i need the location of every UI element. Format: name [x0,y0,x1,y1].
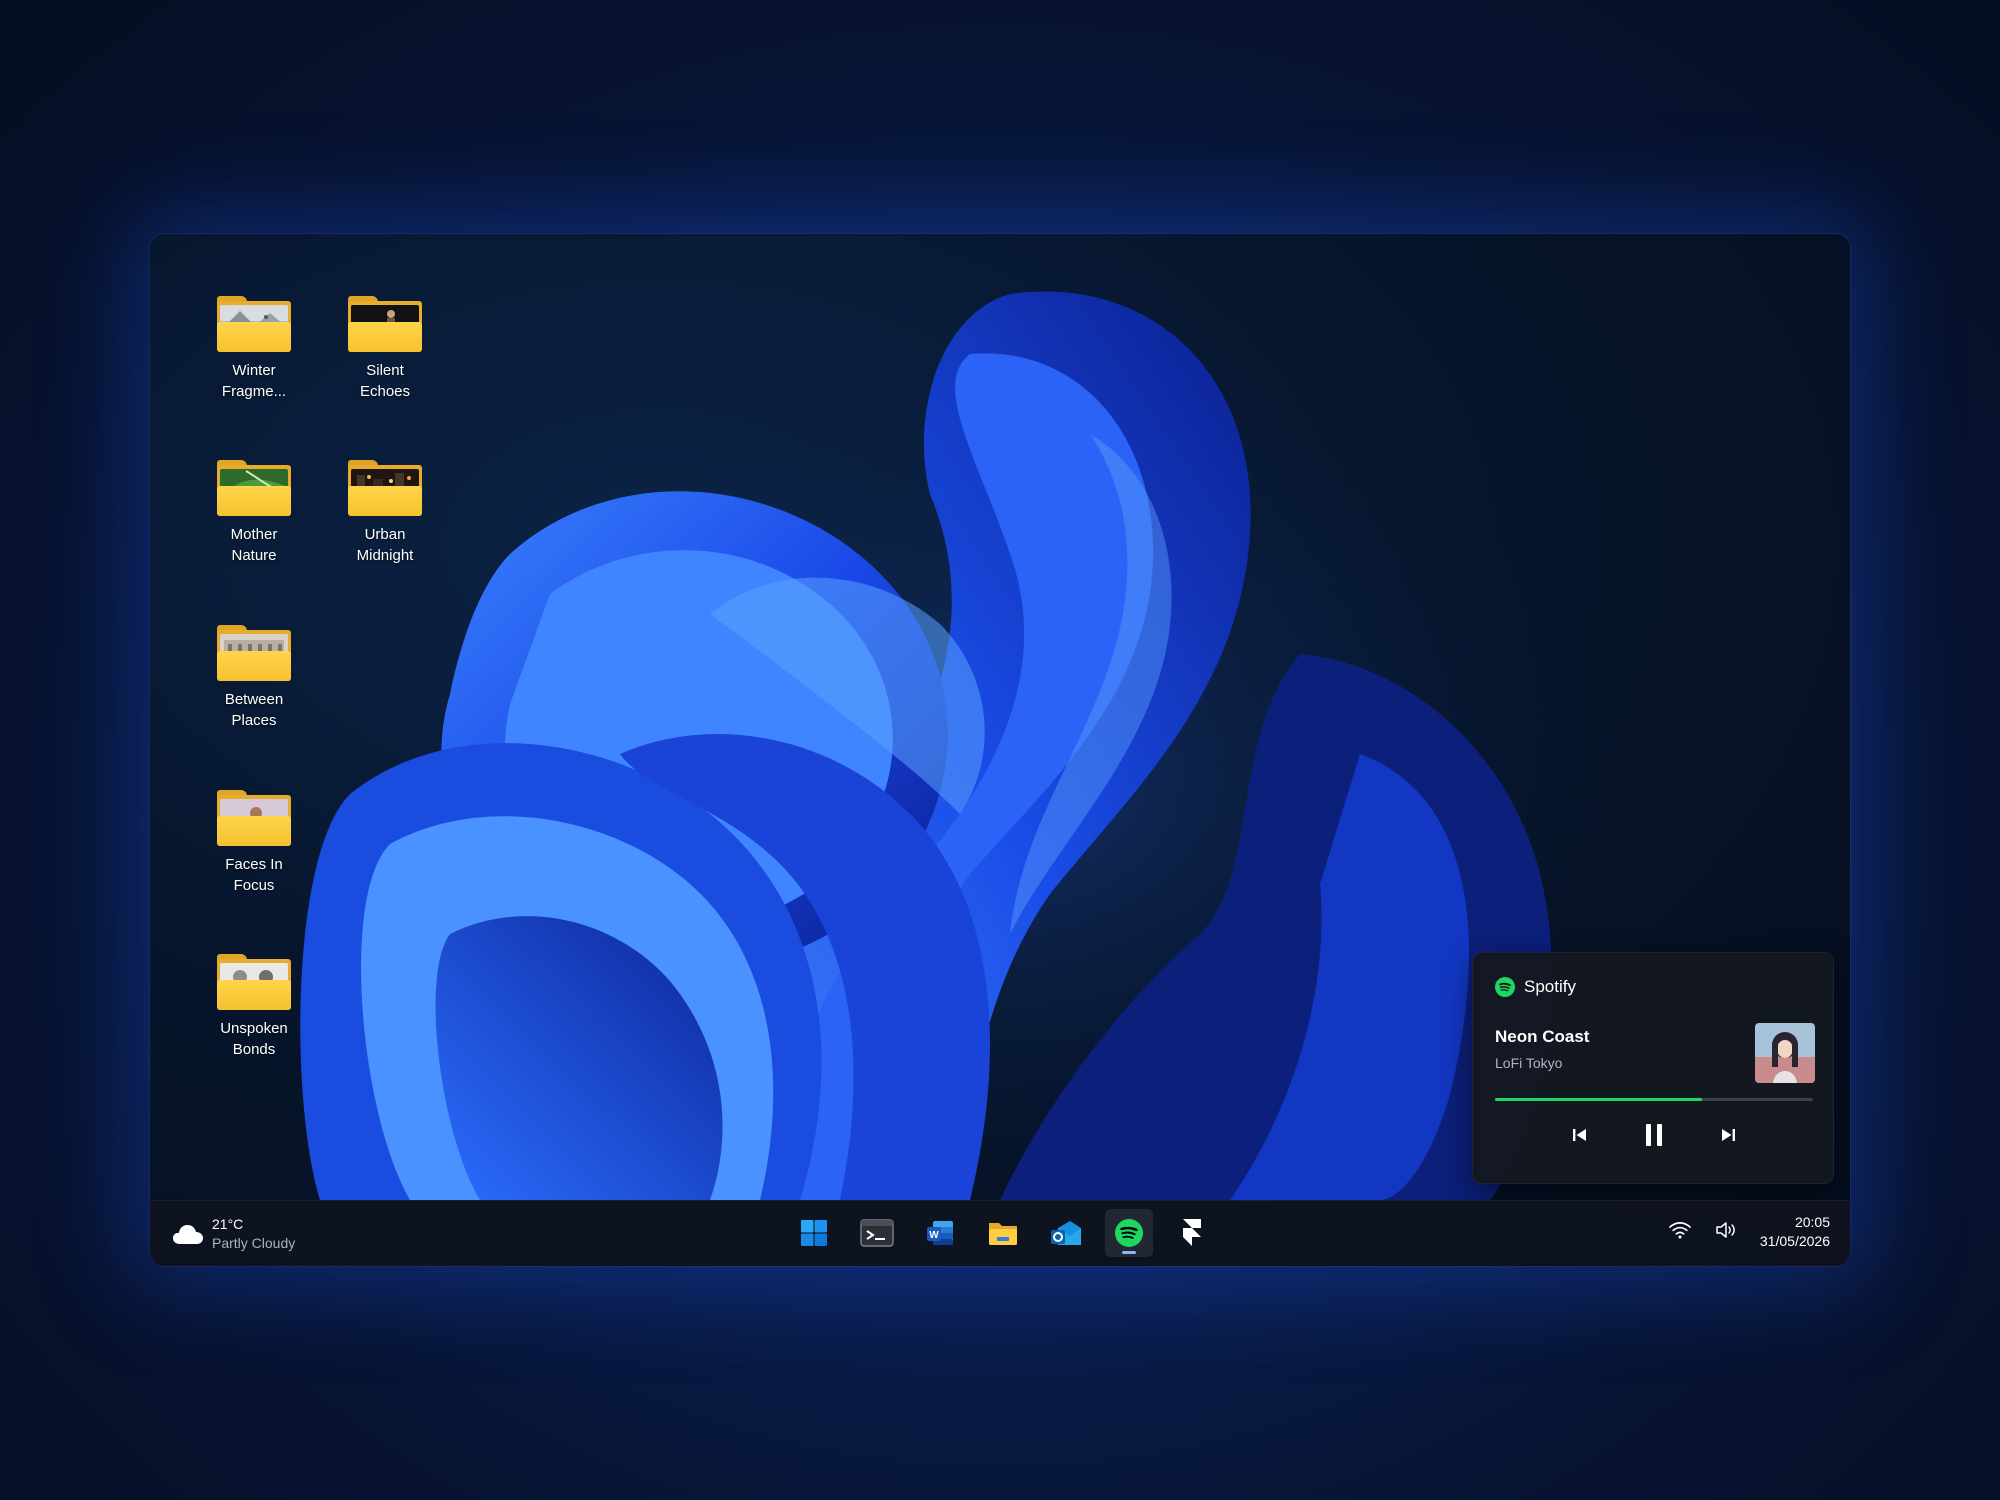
terminal-icon [860,1219,894,1247]
pause-icon [1646,1124,1662,1146]
weather-widget[interactable]: 21°C Partly Cloudy [172,1215,295,1253]
weather-temperature: 21°C [212,1216,244,1232]
wifi-status[interactable] [1668,1220,1692,1245]
desktop-folder[interactable]: Urban Midnight [325,460,445,566]
outlook-icon [1051,1221,1081,1245]
album-cover [1755,1023,1815,1083]
skip-back-icon [1573,1129,1586,1141]
taskbar-framer-button[interactable] [1168,1209,1216,1257]
taskbar-spotify-button[interactable] [1105,1209,1153,1257]
taskbar-terminal-button[interactable] [853,1209,901,1257]
desktop-folder[interactable]: Between Places [194,625,314,731]
speaker-icon [1716,1221,1735,1238]
taskbar-word-button[interactable]: W [916,1209,964,1257]
wifi-icon [1669,1221,1691,1238]
desktop-folder[interactable]: Silent Echoes [325,296,445,402]
desktop-folder-label: Silent Echoes [359,362,411,400]
framer-icon [1183,1219,1201,1246]
previous-track-button[interactable] [1565,1120,1595,1150]
pause-button[interactable] [1639,1120,1669,1150]
folder-icon [217,625,291,681]
volume-control[interactable] [1714,1220,1738,1245]
media-player-widget[interactable]: Spotify Neon Coast LoFi Tokyo [1472,952,1834,1184]
desktop-folder[interactable]: Unspoken Bonds [194,954,314,1060]
word-icon: W [927,1221,953,1245]
player-header: Spotify [1495,977,1576,997]
taskbar-file-explorer-button[interactable] [979,1209,1027,1257]
desktop-folder[interactable]: Faces In Focus [194,790,314,896]
taskbar-start-button[interactable] [790,1209,838,1257]
spotify-icon [1495,977,1515,997]
taskbar-outlook-button[interactable] [1042,1209,1090,1257]
player-app-name: Spotify [1524,977,1576,996]
folder-icon [217,790,291,846]
desktop-folder[interactable]: Mother Nature [194,460,314,566]
weather-description: Partly Cloudy [212,1235,296,1251]
playback-controls [1473,1120,1835,1150]
desktop-folder-label: Urban Midnight [356,526,414,564]
folder-icon [989,1223,1017,1245]
svg-text:W: W [929,1230,939,1241]
clock[interactable]: 20:05 31/05/2026 [1760,1213,1830,1251]
folder-icon [217,460,291,516]
taskbar-apps: W [790,1209,1216,1257]
folder-icon [348,296,422,352]
folder-icon [217,296,291,352]
track-title: Neon Coast [1495,1027,1590,1046]
track-artist: LoFi Tokyo [1495,1055,1563,1071]
system-tray: 20:05 31/05/2026 [1668,1213,1830,1251]
clock-time: 20:05 [1794,1214,1830,1230]
desktop-folder-label: Between Places [224,691,284,729]
taskbar: 21°C Partly Cloudy W 20:05 31/05/2026 [150,1200,1850,1266]
desktop-folder-label: Winter Fragme... [221,362,287,400]
clock-date: 31/05/2026 [1759,1233,1830,1249]
folder-icon [217,954,291,1010]
playback-progress-fill [1495,1098,1702,1101]
playback-progress-bar[interactable] [1495,1098,1813,1101]
next-track-button[interactable] [1713,1120,1743,1150]
folder-icon [348,460,422,516]
desktop-folder-label: Unspoken Bonds [220,1020,288,1058]
desktop-screen: Winter Fragme... Silent Echoes Mother Natu… [150,234,1850,1266]
cloud-icon [173,1225,203,1244]
spotify-icon [1115,1219,1143,1247]
windows-logo-icon [801,1220,827,1246]
desktop-folder-label: Mother Nature [230,526,278,564]
desktop-folder[interactable]: Winter Fragme... [194,296,314,402]
skip-forward-icon [1722,1129,1735,1141]
desktop-folder-label: Faces In Focus [225,856,283,894]
